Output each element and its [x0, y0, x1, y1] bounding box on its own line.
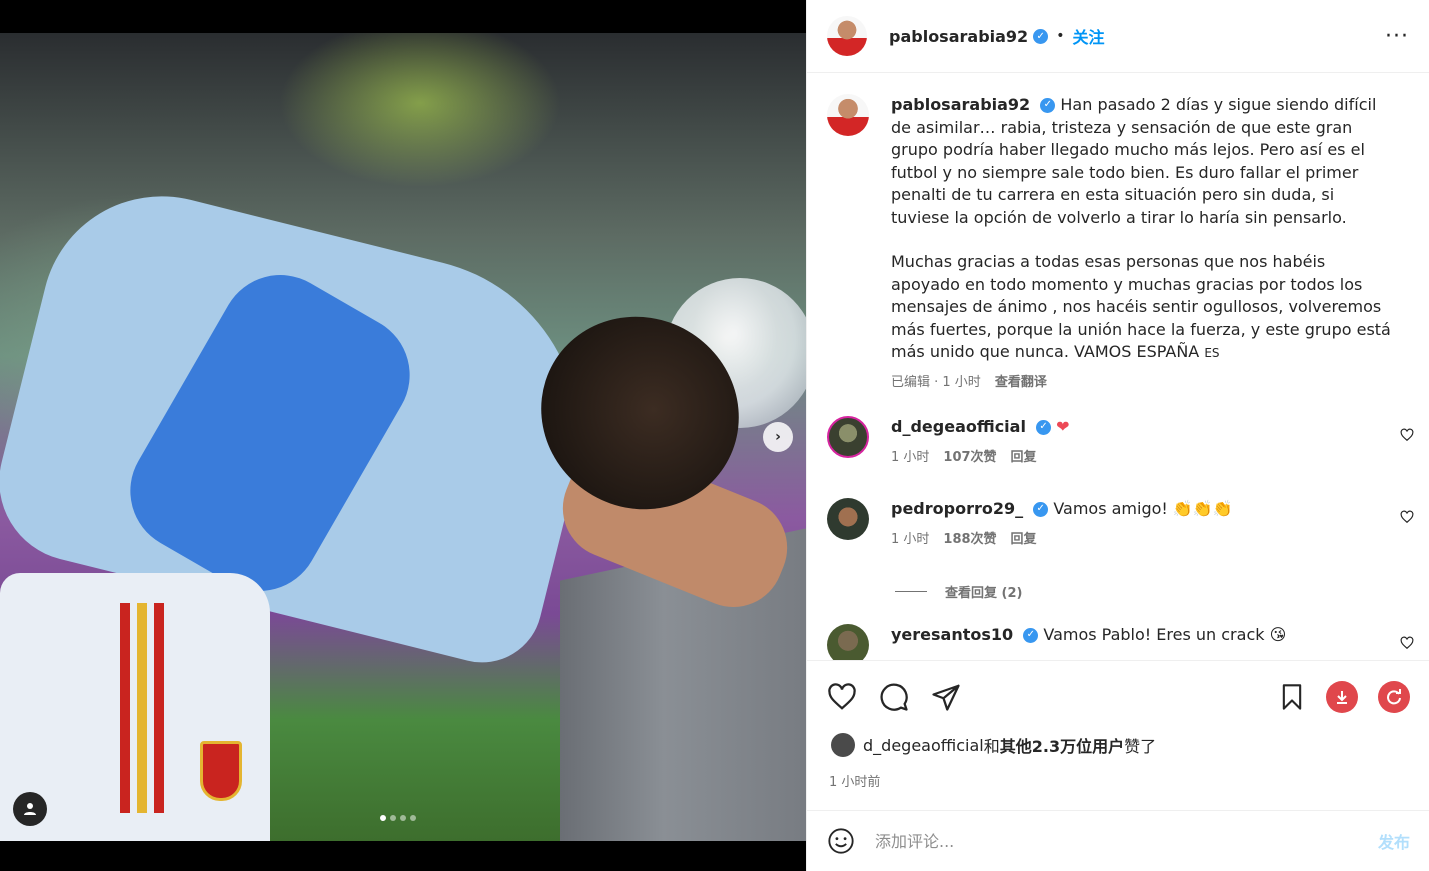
follow-button[interactable]: 关注 — [1072, 24, 1104, 48]
likes-and: 和 — [983, 737, 1000, 756]
edited-time: 已编辑 · 1 小时 — [891, 374, 981, 390]
post-photo[interactable] — [0, 33, 806, 841]
post-media: › — [0, 0, 806, 871]
reply-button[interactable]: 回复 — [1011, 529, 1037, 552]
comment-input[interactable] — [875, 831, 1378, 851]
view-replies-button[interactable]: 查看回复 (2) — [895, 582, 1022, 601]
emoji-icon[interactable] — [827, 827, 855, 855]
likes-suffix: 赞了 — [1124, 737, 1157, 756]
next-slide-button[interactable]: › — [763, 422, 793, 452]
likes-user[interactable]: d_degeaofficial — [863, 736, 984, 755]
more-icon[interactable]: ··· — [1385, 24, 1409, 49]
post-actions: d_degeaofficial 和 其他2.3万位用户 赞了 1 小时前 — [807, 660, 1429, 810]
chevron-right-icon: › — [775, 429, 781, 445]
post-panel: pablosarabia92 ✓ • 关注 ··· pablosarabia92… — [806, 0, 1429, 871]
author-username[interactable]: pablosarabia92 — [889, 27, 1028, 46]
avatar[interactable] — [827, 624, 869, 660]
post-header: pablosarabia92 ✓ • 关注 ··· — [807, 0, 1429, 73]
likes-others[interactable]: 其他2.3万位用户 — [1000, 733, 1124, 757]
flag-text: ES — [1204, 346, 1220, 360]
kiss-emoji: 😘 — [1269, 625, 1287, 644]
comment-composer: 发布 — [807, 810, 1429, 871]
separator-dot: • — [1056, 28, 1065, 44]
download-button[interactable] — [1326, 681, 1358, 713]
repost-button[interactable] — [1378, 681, 1410, 713]
avatar[interactable] — [827, 16, 867, 56]
avatar[interactable] — [827, 94, 869, 136]
comment-username[interactable]: pedroporro29_ — [891, 499, 1023, 518]
like-icon[interactable] — [827, 682, 857, 712]
comment-likes[interactable]: 107次赞 — [943, 447, 996, 470]
save-icon[interactable] — [1278, 683, 1306, 711]
comments-list[interactable]: pablosarabia92 ✓ Han pasado 2 días y sig… — [807, 74, 1429, 660]
comment-username[interactable]: d_degeaofficial — [891, 417, 1026, 436]
caption-text: Han pasado 2 días y sigue siendo difícil… — [891, 95, 1377, 227]
post-button[interactable]: 发布 — [1378, 829, 1410, 853]
avatar[interactable] — [827, 498, 869, 540]
like-comment-icon[interactable] — [1400, 428, 1414, 442]
verified-icon: ✓ — [1033, 502, 1049, 517]
verified-icon: ✓ — [1023, 628, 1039, 643]
likes-summary[interactable]: d_degeaofficial 和 其他2.3万位用户 赞了 — [807, 733, 1429, 757]
avatar — [831, 733, 855, 757]
comment-time: 1 小时 — [891, 449, 930, 465]
avatar[interactable] — [827, 416, 869, 458]
heart-emoji: ❤ — [1056, 417, 1070, 436]
view-replies-label: 查看回复 (2) — [945, 586, 1023, 601]
comment-text: Vamos amigo! — [1053, 499, 1168, 518]
carousel-dots — [380, 815, 416, 821]
carousel-dot[interactable] — [380, 815, 386, 821]
divider — [895, 591, 927, 592]
comment-item: yeresantos10 ✓ Vamos Pablo! Eres un crac… — [827, 624, 1414, 660]
stripe-shape — [120, 603, 130, 813]
comment-likes[interactable]: 188次赞 — [943, 529, 996, 552]
verified-icon: ✓ — [1036, 420, 1052, 435]
comment-time: 1 小时 — [891, 531, 930, 547]
verified-icon: ✓ — [1033, 28, 1049, 44]
clap-emoji: 👏👏👏 — [1172, 499, 1233, 518]
user-icon — [24, 803, 36, 815]
crest-shape — [200, 741, 242, 801]
refresh-icon — [1387, 689, 1401, 705]
comment-icon[interactable] — [879, 682, 909, 712]
share-icon[interactable] — [931, 682, 961, 712]
comment-item: pedroporro29_ ✓ Vamos amigo! 👏👏👏 1 小时 18… — [827, 498, 1414, 551]
post-time: 1 小时前 — [829, 775, 881, 790]
caption: pablosarabia92 ✓ Han pasado 2 días y sig… — [827, 94, 1414, 394]
carousel-dot[interactable] — [390, 815, 396, 821]
download-icon — [1337, 691, 1347, 704]
translate-link[interactable]: 查看翻译 — [995, 372, 1047, 395]
caption-username[interactable]: pablosarabia92 — [891, 95, 1030, 114]
tagged-users-button[interactable] — [13, 792, 47, 826]
stripe-shape — [137, 603, 147, 813]
like-comment-icon[interactable] — [1400, 510, 1414, 524]
carousel-dot[interactable] — [410, 815, 416, 821]
caption-text: Muchas gracias a todas esas personas que… — [891, 252, 1391, 361]
like-comment-icon[interactable] — [1400, 636, 1414, 650]
comment-text: Vamos Pablo! Eres un crack — [1043, 625, 1265, 644]
comment-item: d_degeaofficial ✓ ❤ 1 小时 107次赞 回复 — [827, 416, 1414, 469]
carousel-dot[interactable] — [400, 815, 406, 821]
comment-username[interactable]: yeresantos10 — [891, 625, 1013, 644]
verified-icon: ✓ — [1040, 98, 1056, 113]
reply-button[interactable]: 回复 — [1011, 447, 1037, 470]
stripe-shape — [154, 603, 164, 813]
